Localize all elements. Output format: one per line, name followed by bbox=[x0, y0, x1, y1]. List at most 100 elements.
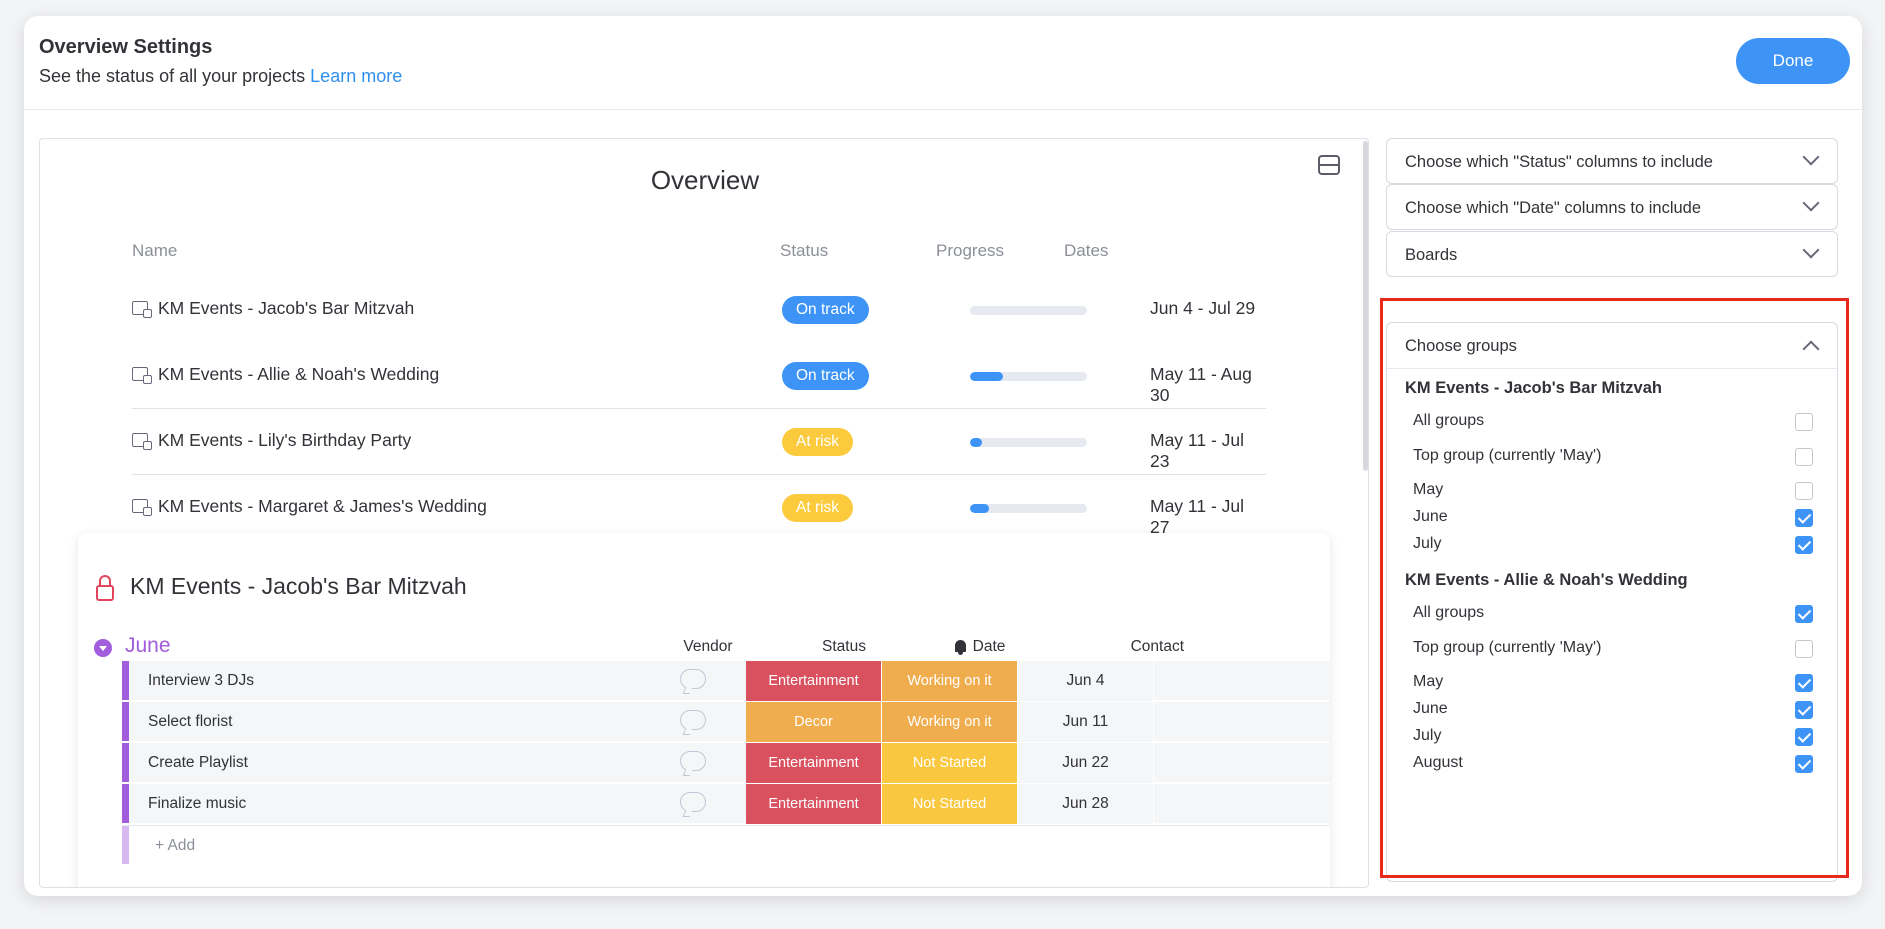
modal-title: Overview Settings bbox=[39, 36, 213, 58]
date-columns-dropdown[interactable]: Choose which "Date" columns to include bbox=[1386, 184, 1838, 230]
group-option-label: All groups bbox=[1413, 604, 1485, 621]
table-row[interactable]: Interview 3 DJs Entertainment Working on i… bbox=[122, 661, 1330, 701]
group-option[interactable]: August bbox=[1413, 751, 1813, 777]
date-cell[interactable]: Jun 28 bbox=[1018, 784, 1154, 824]
group-option[interactable]: May bbox=[1413, 670, 1813, 696]
status-pill: At risk bbox=[782, 428, 854, 456]
column-header-progress: Progress bbox=[936, 241, 1005, 260]
project-row[interactable]: KM Events - Allie & Noah's Wedding On tra… bbox=[132, 343, 1266, 409]
project-name: KM Events - Allie & Noah's Wedding bbox=[158, 364, 440, 384]
done-button[interactable]: Done bbox=[1736, 38, 1850, 84]
group-checkbox[interactable] bbox=[1795, 448, 1813, 466]
vendor-cell[interactable]: Entertainment bbox=[746, 661, 882, 701]
group-option-label: July bbox=[1413, 727, 1442, 744]
add-item-row[interactable]: + Add bbox=[122, 825, 1330, 865]
group-checkbox[interactable] bbox=[1795, 755, 1813, 773]
collapse-group-icon[interactable] bbox=[94, 639, 112, 657]
group-option[interactable]: All groups bbox=[1413, 601, 1813, 627]
project-row[interactable]: KM Events - Jacob's Bar Mitzvah On track J… bbox=[132, 277, 1266, 343]
date-cell[interactable]: Jun 22 bbox=[1018, 743, 1154, 783]
board-preview: KM Events - Jacob's Bar Mitzvah June Ven… bbox=[78, 533, 1330, 887]
comment-icon[interactable] bbox=[680, 792, 706, 812]
status-columns-label: Choose which "Status" columns to include bbox=[1405, 153, 1713, 171]
group-option[interactable]: Top group (currently 'May') bbox=[1413, 636, 1813, 662]
item-name[interactable]: Interview 3 DJs bbox=[148, 672, 254, 690]
table-row[interactable]: Finalize music Entertainment Not Started Ju… bbox=[122, 784, 1330, 824]
group-checkbox[interactable] bbox=[1795, 701, 1813, 719]
status-cell[interactable]: Not Started bbox=[882, 743, 1018, 783]
board-icon bbox=[132, 301, 152, 318]
status-pill: At risk bbox=[782, 494, 854, 522]
item-name[interactable]: Create Playlist bbox=[148, 754, 248, 772]
group-option[interactable]: June bbox=[1413, 505, 1813, 531]
group-checkbox[interactable] bbox=[1795, 728, 1813, 746]
group-option-label: All groups bbox=[1413, 412, 1485, 429]
date-cell[interactable]: Jun 4 bbox=[1018, 661, 1154, 701]
column-header-status: Status bbox=[780, 241, 829, 260]
status-cell[interactable]: Working on it bbox=[882, 702, 1018, 742]
modal-subtitle: See the status of all your projects Lear… bbox=[39, 66, 402, 87]
group-option[interactable]: May bbox=[1413, 478, 1813, 504]
column-header-contact: Contact bbox=[1130, 638, 1184, 655]
table-row[interactable]: Select florist Decor Working on it Jun 11 bbox=[122, 702, 1330, 742]
choose-groups-label: Choose groups bbox=[1405, 337, 1517, 355]
comment-icon[interactable] bbox=[680, 669, 706, 689]
table-row[interactable]: Create Playlist Entertainment Not Started J… bbox=[122, 743, 1330, 783]
vendor-cell[interactable]: Decor bbox=[746, 702, 882, 742]
project-dates: May 11 - Jul 27 bbox=[1150, 496, 1245, 537]
group-option-label: May bbox=[1413, 481, 1444, 498]
project-name: KM Events - Margaret & James's Wedding bbox=[158, 496, 487, 516]
project-dates: Jun 4 - Jul 29 bbox=[1150, 298, 1256, 318]
progress-bar bbox=[970, 438, 1087, 447]
boards-label: Boards bbox=[1405, 246, 1458, 264]
group-checkbox[interactable] bbox=[1795, 605, 1813, 623]
comment-icon[interactable] bbox=[680, 710, 706, 730]
comment-icon[interactable] bbox=[680, 751, 706, 771]
column-header-item-status: Status bbox=[822, 638, 866, 655]
group-option[interactable]: July bbox=[1413, 724, 1813, 750]
group-checkbox[interactable] bbox=[1795, 509, 1813, 527]
group-section-title: KM Events - Jacob's Bar Mitzvah bbox=[1405, 379, 1662, 397]
group-option[interactable]: June bbox=[1413, 697, 1813, 723]
status-pill: On track bbox=[782, 296, 869, 324]
project-row[interactable]: KM Events - Margaret & James's Wedding At… bbox=[132, 475, 1266, 541]
item-name[interactable]: Select florist bbox=[148, 713, 232, 731]
date-cell[interactable]: Jun 11 bbox=[1018, 702, 1154, 742]
learn-more-link[interactable]: Learn more bbox=[310, 66, 402, 86]
add-item-input[interactable]: + Add bbox=[155, 837, 195, 855]
project-dates: May 11 - Aug 30 bbox=[1150, 364, 1252, 405]
group-checkbox[interactable] bbox=[1795, 482, 1813, 500]
vendor-cell[interactable]: Entertainment bbox=[746, 743, 882, 783]
group-checkbox[interactable] bbox=[1795, 536, 1813, 554]
group-option[interactable]: All groups bbox=[1413, 409, 1813, 435]
group-option[interactable]: July bbox=[1413, 532, 1813, 558]
group-option-label: June bbox=[1413, 508, 1448, 525]
lock-icon bbox=[96, 575, 114, 601]
group-option-label: August bbox=[1413, 754, 1463, 771]
group-checkbox[interactable] bbox=[1795, 640, 1813, 658]
status-cell[interactable]: Working on it bbox=[882, 661, 1018, 701]
project-name: KM Events - Jacob's Bar Mitzvah bbox=[158, 298, 415, 318]
group-option-label: May bbox=[1413, 673, 1444, 690]
choose-groups-header[interactable]: Choose groups bbox=[1387, 323, 1837, 369]
group-checkbox[interactable] bbox=[1795, 674, 1813, 692]
board-icon bbox=[132, 433, 152, 450]
group-checkbox[interactable] bbox=[1795, 413, 1813, 431]
progress-bar bbox=[970, 504, 1087, 513]
column-header-vendor: Vendor bbox=[683, 638, 733, 655]
group-option-label: Top group (currently 'May') bbox=[1413, 447, 1602, 464]
project-name: KM Events - Lily's Birthday Party bbox=[158, 430, 412, 450]
project-row[interactable]: KM Events - Lily's Birthday Party At risk… bbox=[132, 409, 1266, 475]
boards-dropdown[interactable]: Boards bbox=[1386, 231, 1838, 277]
progress-fill bbox=[970, 372, 1003, 381]
item-name[interactable]: Finalize music bbox=[148, 795, 246, 813]
status-columns-dropdown[interactable]: Choose which "Status" columns to include bbox=[1386, 138, 1838, 184]
date-columns-label: Choose which "Date" columns to include bbox=[1405, 199, 1702, 217]
vendor-cell[interactable]: Entertainment bbox=[746, 784, 882, 824]
group-option-label: June bbox=[1413, 700, 1448, 717]
status-cell[interactable]: Not Started bbox=[882, 784, 1018, 824]
chevron-down-icon bbox=[1802, 148, 1820, 166]
group-option[interactable]: Top group (currently 'May') bbox=[1413, 444, 1813, 470]
group-color-strip bbox=[122, 743, 129, 782]
column-header-name: Name bbox=[132, 241, 178, 260]
